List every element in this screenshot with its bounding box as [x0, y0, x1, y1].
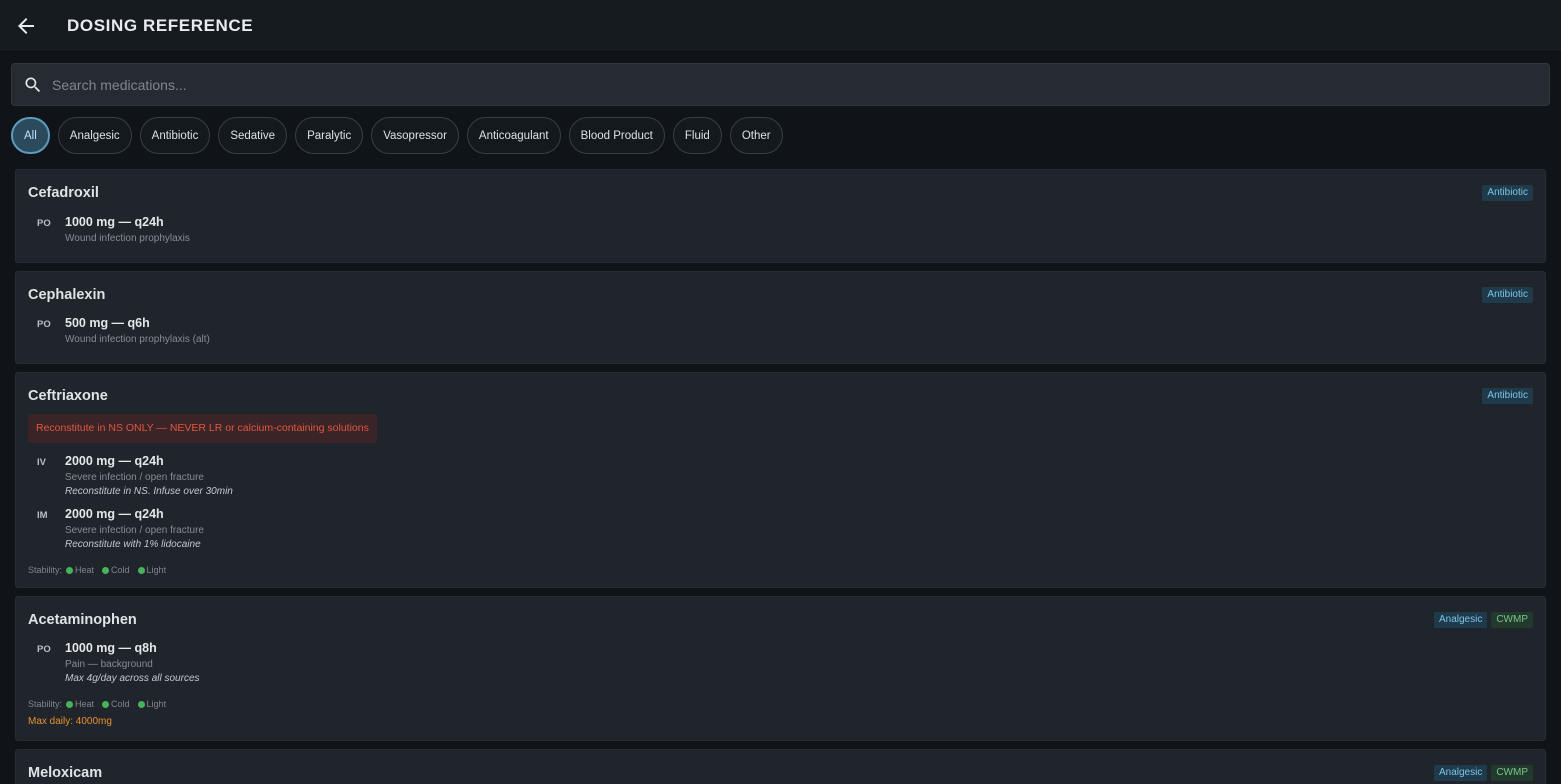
filter-chip-vasopressor[interactable]: Vasopressor — [371, 117, 459, 154]
dose-amount: 500 mg — q6h — [65, 316, 150, 330]
stability-label: Stability: — [28, 565, 63, 575]
back-arrow-icon[interactable] — [14, 14, 38, 38]
status-dot-icon — [137, 566, 145, 574]
dose-note: Reconstitute in NS. Infuse over 30min — [65, 486, 233, 497]
status-dot-icon — [66, 700, 74, 708]
filter-chip-paralytic[interactable]: Paralytic — [295, 117, 364, 154]
medication-name: Meloxicam — [28, 765, 103, 781]
stability-light: Light — [146, 699, 167, 709]
category-tag: Analgesic — [1433, 612, 1488, 628]
medication-name: Ceftriaxone — [28, 388, 108, 404]
dose-row: IV 2000 mg — q24h Severe infection / ope… — [28, 454, 628, 502]
dose-amount: 2000 mg — q24h — [65, 454, 164, 468]
cwmp-tag: CWMP — [1491, 765, 1533, 781]
filter-chip-analgesic[interactable]: Analgesic — [57, 117, 132, 154]
route-label: IV — [37, 457, 46, 468]
dose-indication: Wound infection prophylaxis (alt) — [65, 334, 210, 345]
medication-card-ceftriaxone[interactable]: Ceftriaxone Antibiotic Reconstitute in N… — [15, 372, 1546, 588]
warning-banner: Reconstitute in NS ONLY — NEVER LR or ca… — [28, 414, 377, 443]
filter-chip-fluid[interactable]: Fluid — [672, 117, 722, 154]
max-daily-dose: Max daily: 4000mg — [28, 716, 112, 727]
route-label: IM — [37, 510, 48, 521]
dose-indication: Severe infection / open fracture — [65, 472, 204, 483]
filter-chip-all[interactable]: All — [11, 117, 50, 154]
dose-amount: 1000 mg — q8h — [65, 641, 157, 655]
route-label: PO — [37, 319, 51, 330]
dose-amount: 1000 mg — q24h — [65, 215, 164, 229]
cwmp-tag: CWMP — [1491, 612, 1533, 628]
category-tag: Analgesic — [1433, 765, 1488, 781]
medication-card-acetaminophen[interactable]: Acetaminophen Analgesic CWMP PO 1000 mg … — [15, 596, 1546, 741]
status-dot-icon — [102, 700, 110, 708]
search-icon — [23, 75, 43, 95]
status-dot-icon — [102, 566, 110, 574]
medication-card-cefadroxil[interactable]: Cefadroxil Antibiotic PO 1000 mg — q24h … — [15, 169, 1546, 263]
filter-chip-anticoagulant[interactable]: Anticoagulant — [466, 117, 561, 154]
dose-row: PO 1000 mg — q8h Pain — background Max 4… — [28, 641, 628, 689]
medication-card-cephalexin[interactable]: Cephalexin Antibiotic PO 500 mg — q6h Wo… — [15, 271, 1546, 364]
stability-cold: Cold — [111, 699, 130, 709]
stability-light: Light — [146, 565, 167, 575]
stability-row: Stability: Heat Cold Light — [28, 563, 166, 577]
medication-name: Cefadroxil — [28, 185, 99, 201]
dose-row: PO 500 mg — q6h Wound infection prophyla… — [28, 316, 628, 364]
filter-chip-sedative[interactable]: Sedative — [218, 117, 288, 154]
medication-card-meloxicam[interactable]: Meloxicam Analgesic CWMP — [15, 749, 1546, 784]
dose-indication: Pain — background — [65, 659, 153, 670]
stability-heat: Heat — [75, 699, 95, 709]
stability-row: Stability: Heat Cold Light — [28, 697, 166, 711]
filter-chip-blood-product[interactable]: Blood Product — [568, 117, 665, 154]
medication-name: Cephalexin — [28, 287, 106, 303]
dose-row: IM 2000 mg — q24h Severe infection / ope… — [28, 507, 628, 555]
dose-indication: Severe infection / open fracture — [65, 525, 204, 536]
filter-chip-antibiotic[interactable]: Antibiotic — [139, 117, 211, 154]
stability-heat: Heat — [75, 565, 95, 575]
dose-note: Max 4g/day across all sources — [65, 673, 200, 684]
search-bar[interactable] — [11, 63, 1550, 106]
medication-name: Acetaminophen — [28, 612, 137, 628]
dose-note: Reconstitute with 1% lidocaine — [65, 539, 201, 550]
category-tag: Antibiotic — [1482, 287, 1533, 303]
page-title: DOSING REFERENCE — [67, 16, 254, 35]
search-input[interactable] — [52, 64, 1532, 105]
status-dot-icon — [66, 566, 74, 574]
stability-label: Stability: — [28, 699, 63, 709]
filter-chip-other[interactable]: Other — [729, 117, 783, 154]
top-app-bar: DOSING REFERENCE — [0, 0, 1561, 52]
status-dot-icon — [137, 700, 145, 708]
category-filter-bar: All Analgesic Antibiotic Sedative Paralytic V… — [11, 117, 783, 155]
dose-row: PO 1000 mg — q24h Wound infection prophy… — [28, 215, 628, 263]
dose-amount: 2000 mg — q24h — [65, 507, 164, 521]
route-label: PO — [37, 218, 51, 229]
stability-cold: Cold — [111, 565, 130, 575]
category-tag: Antibiotic — [1482, 185, 1533, 201]
category-tag: Antibiotic — [1482, 388, 1533, 404]
route-label: PO — [37, 644, 51, 655]
dose-indication: Wound infection prophylaxis — [65, 233, 190, 244]
